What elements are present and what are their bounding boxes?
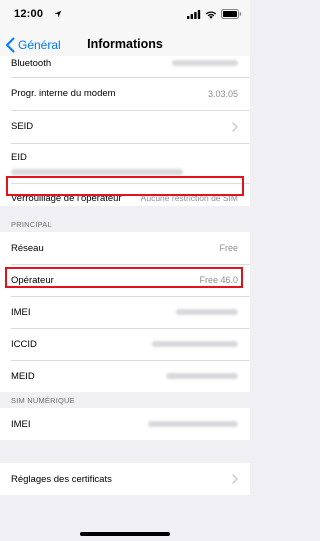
- eid-label: EID: [11, 151, 27, 163]
- imei-row: IMEI: [0, 296, 250, 328]
- network-row: Réseau Free: [0, 232, 250, 264]
- carrier-lock-row: Verrouillage de l'opérateur Aucune restr…: [0, 183, 250, 206]
- principal-section: Réseau Free Opérateur Free 46.0 IMEI ICC…: [0, 232, 250, 392]
- eid-row: EID: [0, 143, 250, 183]
- iccid-label: ICCID: [11, 338, 37, 350]
- esim-section: IMEI: [0, 408, 250, 440]
- esim-imei-label: IMEI: [11, 418, 31, 430]
- esim-section-header: SIM NUMÉRIQUE: [11, 396, 75, 405]
- bluetooth-row: Bluetooth: [0, 56, 250, 77]
- bluetooth-label: Bluetooth: [11, 57, 52, 69]
- location-arrow-icon: [54, 10, 62, 18]
- status-time: 12:00: [14, 8, 44, 20]
- cellular-signal-icon: [187, 9, 201, 19]
- seid-label: SEID: [11, 121, 34, 132]
- iccid-value-redacted: [152, 341, 238, 347]
- page-title: Informations: [87, 37, 163, 51]
- modem-firmware-label: Progr. interne du modem: [11, 88, 116, 99]
- modem-firmware-value: 3.03.05: [207, 88, 238, 99]
- carrier-label: Opérateur: [11, 274, 54, 286]
- carrier-lock-value: Aucune restriction de SIM: [140, 193, 238, 203]
- carrier-row: Opérateur Free 46.0: [0, 264, 250, 296]
- network-label: Réseau: [11, 242, 44, 254]
- battery-icon: [221, 9, 242, 19]
- imei-label: IMEI: [11, 306, 31, 318]
- status-icons: [187, 9, 242, 19]
- eid-value-redacted: [11, 168, 183, 175]
- certificate-settings-row[interactable]: Réglages des certificats: [0, 463, 250, 495]
- seid-row[interactable]: SEID: [0, 110, 250, 143]
- network-value: Free: [219, 243, 238, 253]
- chevron-right-icon: [232, 121, 238, 132]
- bluetooth-value-redacted: [172, 60, 238, 66]
- chevron-right-icon: [232, 474, 238, 484]
- principal-section-header: PRINCIPAL: [11, 220, 52, 229]
- esim-imei-value-redacted: [148, 421, 238, 427]
- carrier-lock-label: Verrouillage de l'opérateur: [11, 192, 122, 204]
- certificates-section: Réglages des certificats: [0, 463, 250, 495]
- meid-label: MEID: [11, 370, 35, 382]
- esim-imei-row: IMEI: [0, 408, 250, 440]
- about-section: Bluetooth Progr. interne du modem 3.03.0…: [0, 56, 250, 206]
- iccid-row: ICCID: [0, 328, 250, 360]
- imei-value-redacted: [176, 309, 238, 315]
- carrier-value: Free 46.0: [199, 275, 238, 285]
- wifi-icon: [205, 11, 217, 19]
- modem-firmware-row: Progr. interne du modem 3.03.05: [0, 77, 250, 110]
- certificate-settings-label: Réglages des certificats: [11, 473, 112, 485]
- meid-row: MEID: [0, 360, 250, 392]
- meid-value-redacted: [166, 373, 238, 379]
- home-indicator[interactable]: [80, 532, 170, 536]
- status-bar: 12:00: [0, 0, 250, 28]
